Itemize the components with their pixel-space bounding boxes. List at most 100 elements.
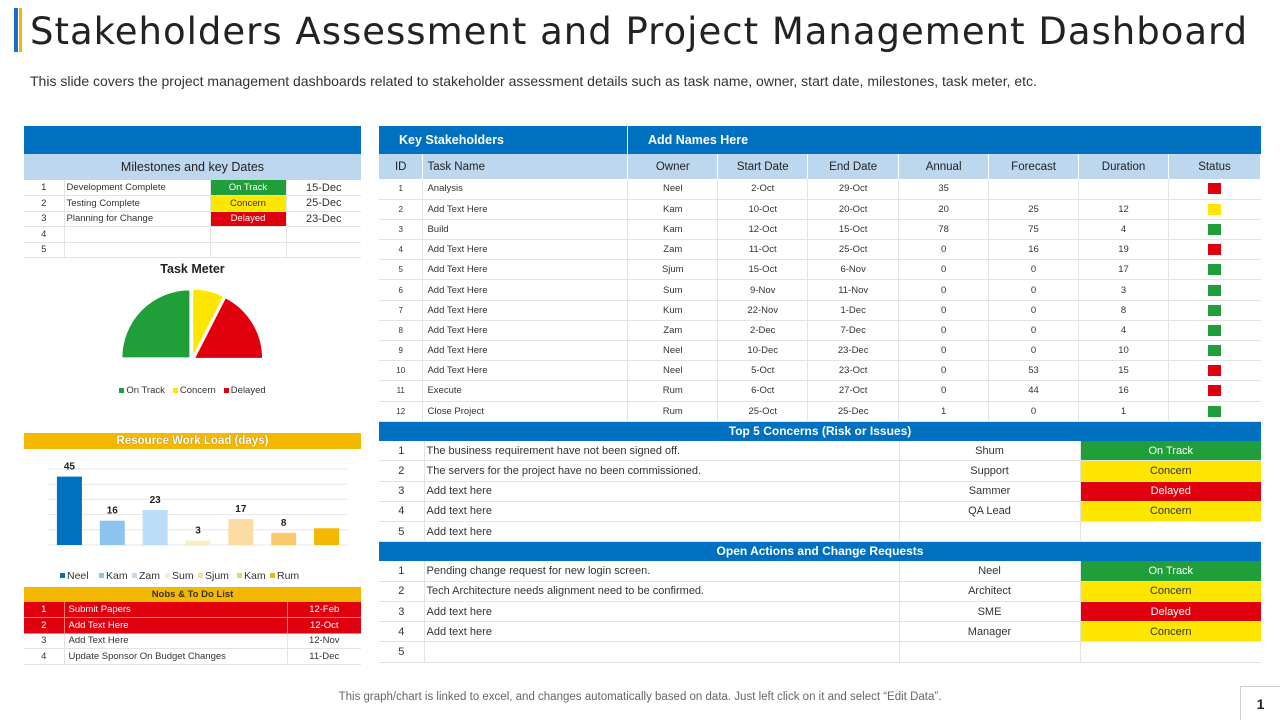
concerns-title: Top 5 Concerns (Risk or Issues) [379,421,1261,441]
bar-zam [142,510,168,545]
milestone-row: 2 Testing Complete Concern 25-Dec [24,195,361,212]
legend-label: Sum [172,570,194,582]
task-name: Add Text Here [422,340,629,362]
milestone-status: Concern [210,195,287,212]
status-indicator-icon [1208,365,1222,377]
actions-status [1080,641,1261,663]
todo-table: 1 Submit Papers 12-Feb 2 Add Text Here 12-Oct… [24,602,361,665]
milestone-task [64,242,211,258]
concerns-description: The business requirement have not been s… [424,440,900,462]
legend-label: Zam [139,570,160,582]
table-row: 6 Add Text Here Sum 9-Nov 11-Nov 0 0 3 [379,279,1261,301]
concerns-row: 4 Add text here QA Lead Concern [379,501,1261,523]
task-annual: 0 [898,259,990,281]
task-owner: Kam [627,219,719,241]
table-row: 2 Add Text Here Kam 10-Oct 20-Oct 20 25 12 [379,199,1261,220]
pie-slice-on-track [121,289,191,359]
task-owner: Zam [627,239,719,261]
milestones-title: Milestones and key Dates [24,154,361,180]
task-forecast: 0 [988,300,1080,321]
status-indicator-icon [1208,264,1222,276]
table-row: 5 Add Text Here Sjum 15-Oct 6-Nov 0 0 17 [379,259,1261,281]
legend-label: Sjum [205,570,229,582]
task-annual: 0 [898,279,990,301]
task-end-date: 23-Dec [807,340,900,362]
legend-swatch [99,573,104,578]
milestone-number: 3 [24,211,65,227]
task-status [1168,179,1261,200]
task-forecast: 0 [988,259,1080,281]
bar-neel [56,476,82,545]
table-row: 10 Add Text Here Neel 5-Oct 23-Oct 0 53 15 [379,360,1261,382]
column-header: Forecast [988,154,1080,179]
concerns-number: 2 [379,460,425,482]
task-name: Add Text Here [422,360,629,382]
actions-row: 4 Add text here Manager Concern [379,621,1261,643]
actions-description [424,641,900,663]
task-status [1168,401,1261,422]
bar-value-label: 45 [64,462,76,473]
task-owner: Kum [627,300,719,321]
todo-number: 3 [24,633,65,649]
actions-owner: Manager [899,621,1081,643]
actions-row: 2 Tech Architecture needs alignment need … [379,581,1261,603]
title-accent-bar-secondary [19,8,22,52]
task-owner: Sum [627,279,719,301]
page-subtitle: This slide covers the project management… [30,73,1037,89]
table-row: 4 Add Text Here Zam 11-Oct 25-Oct 0 16 19 [379,239,1261,261]
task-start-date: 15-Oct [717,259,809,281]
bar-value-label: 17 [235,504,247,515]
actions-description: Pending change request for new login scr… [424,561,900,582]
page-title: Stakeholders Assessment and Project Mana… [30,10,1249,53]
task-forecast: 16 [988,239,1080,261]
legend-swatch [60,573,65,578]
footer-note: This graph/chart is linked to excel, and… [338,691,942,703]
task-owner: Sjum [627,259,719,281]
legend-swatch [237,573,242,578]
left-blue-header [24,126,361,154]
concerns-owner: QA Lead [899,501,1081,523]
todo-item: Update Sponsor On Budget Changes [64,648,288,665]
actions-description: Add text here [424,601,900,623]
todo-number: 1 [24,602,65,618]
concerns-description: Add text here [424,501,900,523]
task-duration: 4 [1078,219,1169,241]
milestone-date: 23-Dec [286,211,361,227]
task-end-date: 27-Oct [807,380,900,402]
milestone-status: Delayed [210,211,287,227]
task-duration: 19 [1078,239,1169,261]
task-name: Add Text Here [422,320,629,342]
task-id: 10 [379,360,424,382]
task-name: Close Project [422,401,629,422]
todo-item: Add Text Here [64,617,288,634]
column-header: ID [379,154,424,179]
milestone-status: On Track [210,180,287,196]
task-forecast: 53 [988,360,1080,382]
title-accent-bar [14,8,18,52]
resource-workload-title: Resource Work Load (days) [24,433,361,449]
task-end-date: 7-Dec [807,320,900,342]
milestone-row: 3 Planning for Change Delayed 23-Dec [24,211,361,227]
task-id: 6 [379,279,424,301]
task-start-date: 22-Nov [717,300,809,321]
task-name: Add Text Here [422,300,629,321]
task-id: 4 [379,239,424,261]
actions-owner: SME [899,601,1081,623]
task-forecast: 0 [988,401,1080,422]
status-indicator-icon [1208,385,1222,397]
task-meter-pie [121,288,264,359]
bar-sjum [228,519,254,545]
status-indicator-icon [1208,284,1222,296]
task-duration: 16 [1078,380,1169,402]
task-owner: Rum [627,401,719,422]
task-start-date: 2-Oct [717,179,809,200]
task-end-date: 15-Oct [807,219,900,241]
todo-item: Add Text Here [64,633,288,649]
milestone-status [210,226,287,243]
task-duration [1078,179,1169,200]
key-stakeholders-label: Key Stakeholders [379,126,628,154]
todo-title: Nobs & To Do List [24,587,361,602]
concerns-owner [899,521,1081,543]
milestone-task: Planning for Change [64,211,211,227]
task-annual: 0 [898,300,990,321]
